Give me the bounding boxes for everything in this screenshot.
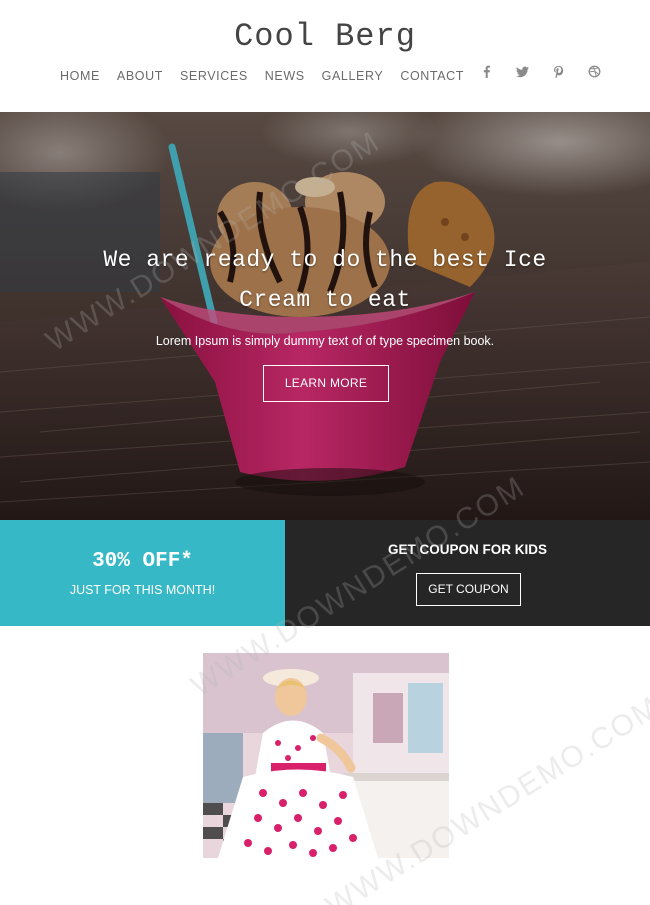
facebook-icon[interactable]	[468, 63, 504, 79]
nav-home[interactable]: HOME	[60, 69, 100, 83]
dribbble-icon[interactable]	[576, 63, 612, 78]
nav-news[interactable]: NEWS	[265, 69, 305, 83]
learn-more-button[interactable]: LEARN MORE	[263, 365, 389, 402]
hero-subtitle: Lorem Ipsum is simply dummy text of of t…	[155, 334, 495, 348]
site-header: Cool Berg HOME ABOUT SERVICES NEWS GALLE…	[0, 0, 650, 112]
hero-banner: We are ready to do the best Ice Cream to…	[0, 112, 650, 520]
get-coupon-button[interactable]: GET COUPON	[416, 573, 521, 606]
nav-about[interactable]: ABOUT	[117, 69, 163, 83]
social-links	[468, 63, 612, 79]
nav-contact[interactable]: CONTACT	[400, 69, 464, 83]
twitter-icon[interactable]	[504, 63, 540, 78]
kids-coupon-panel: GET COUPON FOR KIDS GET COUPON	[285, 520, 650, 626]
main-nav: HOME ABOUT SERVICES NEWS GALLERY CONTACT	[60, 69, 481, 83]
pinterest-icon[interactable]	[540, 63, 576, 79]
kids-coupon-title: GET COUPON FOR KIDS	[387, 542, 547, 557]
gallery-photo	[203, 653, 449, 858]
hero-title: We are ready to do the best Ice Cream to…	[103, 247, 547, 313]
nav-gallery[interactable]: GALLERY	[322, 69, 384, 83]
site-logo[interactable]: Cool Berg	[0, 18, 650, 55]
offer-note: JUST FOR THIS MONTH!	[69, 583, 216, 597]
nav-services[interactable]: SERVICES	[180, 69, 248, 83]
offer-headline: 30% OFF*	[92, 550, 193, 573]
offer-panel: 30% OFF* JUST FOR THIS MONTH!	[0, 520, 285, 626]
